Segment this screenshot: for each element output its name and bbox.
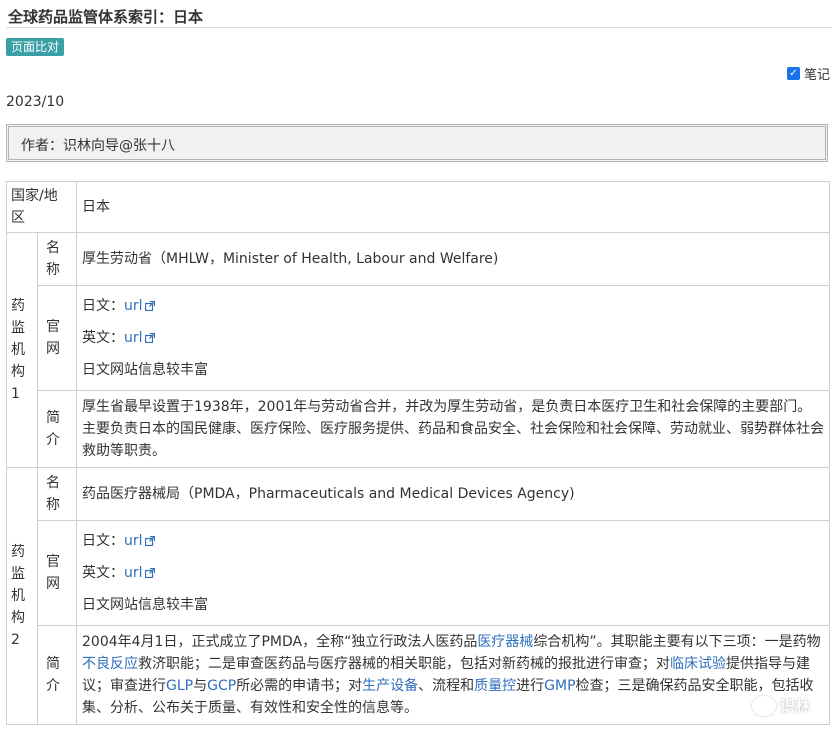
agency1-name-cell: 厚生劳动省（MHLW，Minister of Health, Labour an…: [76, 232, 830, 286]
page-compare-button[interactable]: 页面比对: [6, 38, 65, 56]
agency1-intro-label-cell: 简介: [37, 390, 77, 468]
agency1-site-cell: 日文：url 英文：url 日文网站信息较丰富: [76, 285, 830, 391]
agency2-site-ja: 日文：url: [82, 530, 824, 552]
note-checkbox[interactable]: ✓: [786, 67, 800, 80]
watermark: 识林: [751, 695, 810, 716]
link-clinical-trials[interactable]: 临床试验: [670, 656, 726, 672]
agency2-intro-text: 、流程和: [418, 678, 475, 694]
agency2-site-label-cell: 官网: [37, 520, 77, 626]
note-label: 笔记: [803, 68, 830, 83]
agency2-site-en: 英文：url: [82, 562, 824, 584]
table-row: 药监机构1 名称 厚生劳动省（MHLW，Minister of Health, …: [6, 232, 830, 468]
table-row: 官网 日文：url 英文：url 日文网站信息较丰富: [7, 285, 830, 391]
link-gmp[interactable]: GMP: [544, 678, 575, 694]
agency2-name-label: 名称: [46, 475, 60, 513]
country-value-cell: 日本: [76, 181, 830, 233]
agency1-intro-cell: 厚生省最早设置于1938年，2001年与劳动省合并，并改为厚生劳动省，是负责日本…: [76, 390, 830, 468]
agency2-group-cell: 药监机构2: [6, 467, 38, 725]
agency2-intro-cell: 2004年4月1日，正式成立了PMDA，全称“独立行政法人医药品医疗器械综合机构…: [76, 625, 830, 725]
agency2-intro-label-cell: 简介: [37, 625, 77, 725]
link-production-equipment[interactable]: 生产设备: [362, 678, 418, 694]
agency2-intro-text: 综合机构”。其职能主要有以下三项：一是药物: [533, 634, 821, 650]
regulatory-info-table: 国家/地区 日本 药监机构1 名称 厚生劳动省（MHLW，Minister of…: [6, 181, 830, 725]
agency2-site-label: 官网: [46, 554, 60, 592]
agency2-site-ja-label: 日文：: [82, 533, 124, 549]
watermark-text: 识林: [779, 697, 810, 715]
link-medical-devices[interactable]: 医疗器械: [477, 634, 533, 650]
link-gcp[interactable]: GCP: [207, 678, 236, 694]
table-row: 简介 2004年4月1日，正式成立了PMDA，全称“独立行政法人医药品医疗器械综…: [7, 625, 830, 725]
external-link-icon[interactable]: [144, 536, 155, 546]
agency1-name: 厚生劳动省（MHLW，Minister of Health, Labour an…: [82, 251, 499, 267]
agency2-label: 药监机构2: [11, 544, 25, 648]
title-divider: [6, 27, 832, 28]
agency1-name-label-cell: 名称: [37, 232, 77, 286]
link-glp[interactable]: GLP: [166, 678, 193, 694]
agency2-site-note: 日文网站信息较丰富: [82, 597, 208, 613]
agency2-intro-text: 救济职能；二是审查医药品与医疗器械的相关职能，包括对新药械的报批进行审查；对: [138, 656, 670, 672]
agency1-site-en: 英文：url: [82, 327, 824, 349]
agency2-name: 药品医疗器械局（PMDA，Pharmaceuticals and Medical…: [82, 486, 575, 502]
country-label-cell: 国家/地区: [6, 181, 77, 233]
author-box: 作者：识林向导@张十八: [6, 124, 828, 162]
agency2-intro-text: 进行: [516, 678, 545, 694]
external-link-icon[interactable]: [144, 301, 155, 311]
agency2-site-en-link[interactable]: url: [124, 565, 143, 581]
agency1-site-label-cell: 官网: [37, 285, 77, 391]
agency1-intro-label: 简介: [46, 410, 60, 448]
agency2-intro-text: 与: [193, 678, 208, 694]
agency2-site-en-label: 英文：: [82, 565, 124, 581]
agency1-site-ja-label: 日文：: [82, 298, 124, 314]
agency1-site-ja: 日文：url: [82, 295, 824, 317]
table-row: 官网 日文：url 英文：url 日文网站信息较丰富: [7, 520, 830, 626]
country-value: 日本: [82, 199, 110, 215]
agency1-site-ja-link[interactable]: url: [124, 298, 143, 314]
publish-date: 2023/10: [6, 94, 65, 110]
table-row: 简介 厚生省最早设置于1938年，2001年与劳动省合并，并改为厚生劳动省，是负…: [7, 390, 830, 468]
agency1-site-en-link[interactable]: url: [124, 330, 143, 346]
country-label: 国家/地区: [11, 188, 58, 226]
agency2-site-ja-link[interactable]: url: [124, 533, 143, 549]
agency1-site-note: 日文网站信息较丰富: [82, 362, 208, 378]
agency2-name-label-cell: 名称: [37, 467, 77, 521]
table-row: 药监机构2 名称 药品医疗器械局（PMDA，Pharmaceuticals an…: [6, 467, 830, 725]
agency1-site-en-label: 英文：: [82, 330, 124, 346]
link-adverse-reactions[interactable]: 不良反应: [82, 656, 138, 672]
table-row-country: 国家/地区 日本: [6, 181, 830, 233]
agency2-name-cell: 药品医疗器械局（PMDA，Pharmaceuticals and Medical…: [76, 467, 830, 521]
page-title: 全球药品监管体系索引：日本: [8, 8, 204, 26]
agency2-site-cell: 日文：url 英文：url 日文网站信息较丰富: [76, 520, 830, 626]
agency1-name-label: 名称: [46, 240, 60, 278]
external-link-icon[interactable]: [144, 568, 155, 578]
author-text: 作者：识林向导@张十八: [21, 138, 175, 154]
agency2-intro-text: 所必需的申请书；对: [236, 678, 363, 694]
external-link-icon[interactable]: [144, 333, 155, 343]
agency1-site-label: 官网: [46, 319, 60, 357]
link-quality-control[interactable]: 质量控: [474, 678, 516, 694]
agency2-intro-label: 简介: [46, 656, 60, 694]
note-toggle[interactable]: ✓ 笔记: [786, 64, 830, 83]
agency1-label: 药监机构1: [11, 298, 25, 402]
agency1-group-cell: 药监机构1: [6, 232, 38, 468]
chat-bubble-icon: [751, 695, 776, 716]
agency2-intro-text: 2004年4月1日，正式成立了PMDA，全称“独立行政法人医药品: [82, 634, 478, 650]
agency1-intro: 厚生省最早设置于1938年，2001年与劳动省合并，并改为厚生劳动省，是负责日本…: [82, 399, 824, 459]
